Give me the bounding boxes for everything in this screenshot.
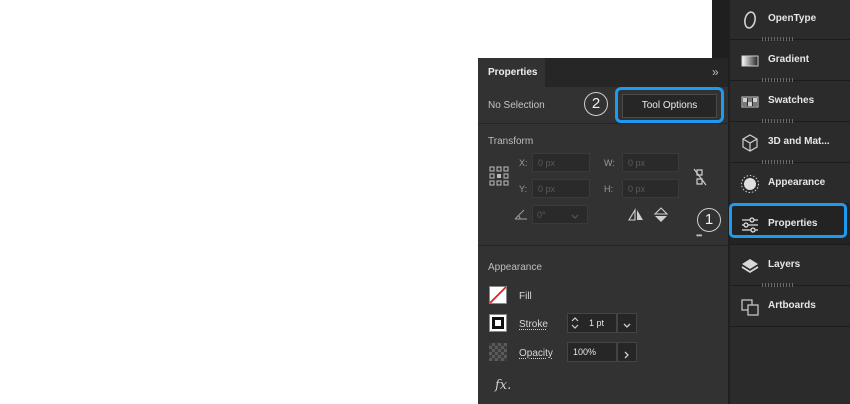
w-label: W: [604,158,615,168]
gradient-icon [740,51,760,71]
drag-grip[interactable] [762,160,794,164]
dock-item-gradient[interactable]: Gradient [730,37,850,81]
y-label: Y: [519,184,528,194]
drag-grip[interactable] [762,78,794,82]
divider [478,123,728,124]
artboards-icon [740,297,760,317]
opacity-label[interactable]: Opacity [519,348,553,359]
more-options-icon[interactable]: ••• [696,231,702,240]
dock-item-label: Appearance [768,177,826,188]
drag-grip[interactable] [762,37,794,41]
dock-item-label: OpenType [768,13,817,24]
opentype-icon [740,10,760,30]
appearance-section-title: Appearance [488,262,542,273]
fill-label[interactable]: Fill [519,291,532,302]
dock-item-label: 3D and Mat... [768,136,830,147]
opacity-checker-icon [489,343,507,361]
dock-item-label: Gradient [768,54,810,65]
dock-item-appearance[interactable]: Appearance [730,160,850,204]
chevron-right-icon [622,347,632,359]
dock-item-artboards[interactable]: Artboards [730,283,850,327]
flip-horizontal-icon[interactable] [628,208,644,222]
stroke-label[interactable]: Stroke [519,319,548,330]
dock-item-layers[interactable]: Layers [730,246,850,286]
dock-item-opentype[interactable]: OpenType [730,0,850,40]
chevron-down-icon[interactable] [570,209,580,219]
annotation-badge-1: 1 [697,208,721,232]
collapse-panel-icon[interactable]: » [712,65,719,79]
divider [478,245,728,246]
fx-effects-button[interactable]: fx. [495,378,511,393]
chevron-down-icon [622,318,632,328]
dock-item-label: Swatches [768,95,815,106]
opacity-value: 100% [573,347,597,357]
dock-item-3d-and-materials[interactable]: 3D and Mat... [730,119,850,163]
swatches-icon [740,92,760,112]
constrain-proportions-icon[interactable] [691,167,709,187]
y-value: 0 px [538,184,556,194]
flip-vertical-icon[interactable] [653,207,669,223]
h-value: 0 px [628,184,646,194]
tab-properties-label: Properties [488,67,538,78]
fill-swatch-icon[interactable] [489,286,507,304]
tool-options-highlight [615,87,724,123]
reference-point-icon[interactable] [489,166,509,186]
properties-highlight [729,203,847,238]
rotate-angle-icon [514,207,530,220]
dock-item-label: Layers [768,259,801,270]
annotation-badge-2: 2 [584,92,608,116]
appearance-icon [740,174,760,194]
layers-icon [740,256,760,276]
drag-grip[interactable] [762,119,794,123]
dock-item-label: Artboards [768,300,816,311]
x-label: X: [519,158,528,168]
x-value: 0 px [538,158,556,168]
h-label: H: [604,184,613,194]
selection-status: No Selection [488,100,545,111]
stroke-swatch-icon[interactable] [489,314,507,332]
transform-section-title: Transform [488,136,534,147]
drag-grip[interactable] [762,283,794,287]
dock-item-swatches[interactable]: Swatches [730,78,850,122]
cube-icon [740,133,760,153]
stroke-stepper-icon[interactable] [570,315,580,331]
w-value: 0 px [628,158,646,168]
rotate-value: 0° [537,210,546,220]
stroke-weight-value: 1 pt [589,318,605,328]
